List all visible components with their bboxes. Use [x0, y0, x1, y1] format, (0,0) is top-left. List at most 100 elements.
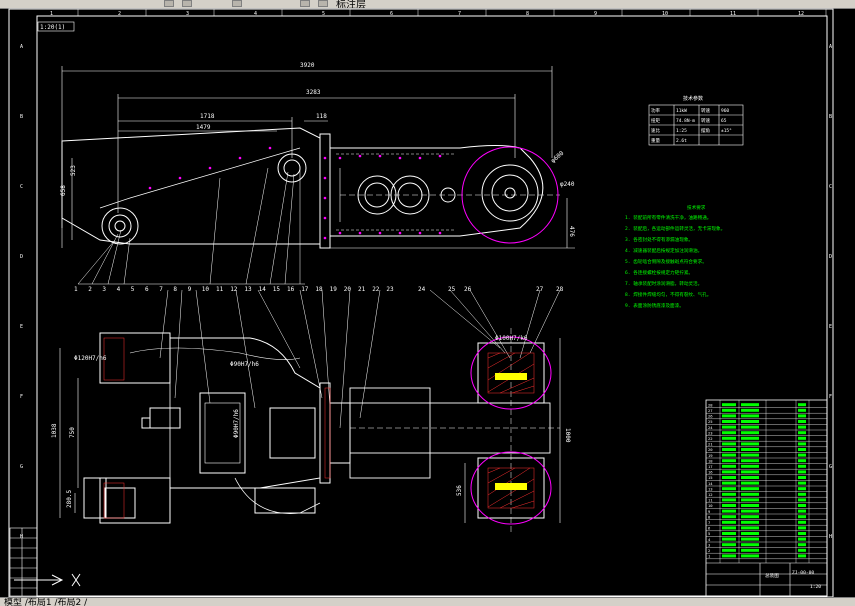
part-number: 18	[315, 286, 323, 293]
bom-index: 19	[708, 453, 713, 458]
bom-index: 14	[708, 481, 713, 486]
bom-index: 25	[708, 419, 713, 424]
tech-req-line: 3. 各密封处不得有渗漏油现象。	[625, 236, 693, 243]
column-marker: 2	[118, 11, 121, 17]
part-number: 21	[358, 286, 366, 293]
column-marker: 5	[322, 11, 325, 17]
row-marker: G	[20, 464, 23, 470]
bom-index: 15	[708, 475, 713, 480]
frame-tag-label: 1:20(1)	[40, 24, 65, 31]
tech-req-line: 8. 焊接件焊缝均匀，不得有裂纹、气孔。	[625, 291, 711, 298]
part-number: 10	[202, 286, 210, 293]
column-marker: 12	[798, 11, 804, 17]
param-cell: 2.6t	[676, 138, 687, 144]
param-cell: 65	[721, 118, 727, 124]
bom-index: 6	[708, 526, 711, 531]
param-cell: 74.8N·m	[676, 118, 695, 124]
bom-index: 4	[708, 537, 711, 542]
bom-index: 23	[708, 430, 713, 435]
part-number: 20	[344, 286, 352, 293]
dim-height-1: 658	[60, 185, 67, 196]
param-cell: 功率	[651, 107, 660, 114]
row-marker: A	[829, 44, 832, 50]
part-number: 14	[259, 286, 267, 293]
plan-dim-2: 750	[69, 427, 76, 438]
param-cell: 扭矩	[651, 117, 660, 124]
bom-index: 9	[708, 509, 711, 514]
drawing-scale: 1:20	[810, 584, 821, 590]
bom-index: 24	[708, 425, 713, 430]
title-block	[706, 562, 827, 596]
drawing-number: ZJ-00-00	[792, 570, 814, 576]
part-number: 15	[273, 286, 281, 293]
row-marker: C	[829, 184, 832, 190]
bom-index: 22	[708, 436, 713, 441]
param-cell: 摆角	[701, 127, 710, 134]
revision-strip	[9, 527, 38, 597]
match-icon[interactable]	[318, 0, 328, 7]
part-number: 23	[386, 286, 394, 293]
part-number: 22	[372, 286, 380, 293]
tech-req-line: 6. 各连接螺栓按规定力矩拧紧。	[625, 269, 693, 276]
part-number: 26	[464, 286, 472, 293]
layer-icon[interactable]	[232, 0, 242, 7]
part-number: 13	[244, 286, 252, 293]
part-number: 7	[159, 286, 163, 293]
part-number: 24	[418, 286, 426, 293]
dim-length-4: 1479	[196, 124, 211, 131]
bom-index: 17	[708, 464, 713, 469]
row-marker: H	[20, 534, 23, 540]
column-marker: 8	[526, 11, 529, 17]
drawing-canvas[interactable]: 1:20(1) 1 2 3 4 5 6 7 8 9 10 11 12 A AB BC CD DE EF FG GH H	[0, 8, 855, 597]
column-marker: 3	[186, 11, 189, 17]
column-marker: 10	[662, 11, 668, 17]
part-number: 28	[556, 286, 564, 293]
elevation-view	[61, 66, 575, 285]
tech-req-line: 5. 齿轮啮合侧隙及接触斑点符合要求。	[625, 258, 707, 265]
fit-3: Φ90H7/h6	[233, 409, 240, 438]
param-cell: 960	[721, 108, 729, 114]
drawing-name: 总装图	[765, 572, 779, 579]
tech-req-line: 1. 装配前所有零件清洗干净，油路畅通。	[625, 214, 711, 221]
tech-req-title: 技术要求	[687, 204, 706, 211]
bom-index: 12	[708, 492, 713, 497]
bom-index: 20	[708, 447, 713, 452]
row-marker: C	[20, 184, 23, 190]
bom-index: 18	[708, 458, 713, 463]
part-number: 27	[536, 286, 544, 293]
bom-index: 26	[708, 414, 713, 419]
column-marker: 9	[594, 11, 597, 17]
row-marker: B	[20, 114, 23, 120]
plan-dim-5: 280.5	[66, 490, 73, 508]
column-marker: 11	[730, 11, 736, 17]
dim-height-3: 476	[568, 226, 575, 237]
column-marker: 1	[50, 11, 53, 17]
column-marker: 4	[254, 11, 257, 17]
part-numbers-right: 24 25 26 27 28	[418, 286, 564, 293]
param-cell: ±15°	[721, 128, 732, 134]
dim-height-2: 523	[70, 165, 77, 176]
dim-length-5: 118	[316, 113, 327, 120]
tech-req-line: 4. 减速器装配后按规定加注润滑油。	[625, 247, 702, 254]
plan-dim-3: 1000	[564, 428, 571, 443]
part-number: 3	[102, 286, 106, 293]
save-icon[interactable]	[164, 0, 174, 7]
row-marker: E	[20, 324, 23, 330]
param-table-title: 技术参数	[683, 95, 703, 102]
part-number: 11	[216, 286, 224, 293]
print-icon[interactable]	[182, 0, 192, 7]
bom-index: 2	[708, 548, 710, 553]
bom-table: 2827262524232221201918171615141312111098…	[705, 399, 828, 597]
properties-icon[interactable]	[300, 0, 310, 7]
param-cell: 转速	[701, 117, 710, 124]
row-marker: G	[829, 464, 832, 470]
tech-req-line: 9. 表面涂防锈底漆及面漆。	[625, 302, 684, 309]
row-marker: F	[20, 394, 23, 400]
bom-index: 13	[708, 486, 713, 491]
bom-index: 28	[708, 402, 713, 407]
row-marker: F	[829, 394, 832, 400]
bom-index: 7	[708, 520, 710, 525]
row-marker: A	[20, 44, 23, 50]
tech-req-line: 2. 装配后，各运动部件运转灵活，无卡滞现象。	[625, 225, 725, 232]
part-number: 19	[330, 286, 338, 293]
